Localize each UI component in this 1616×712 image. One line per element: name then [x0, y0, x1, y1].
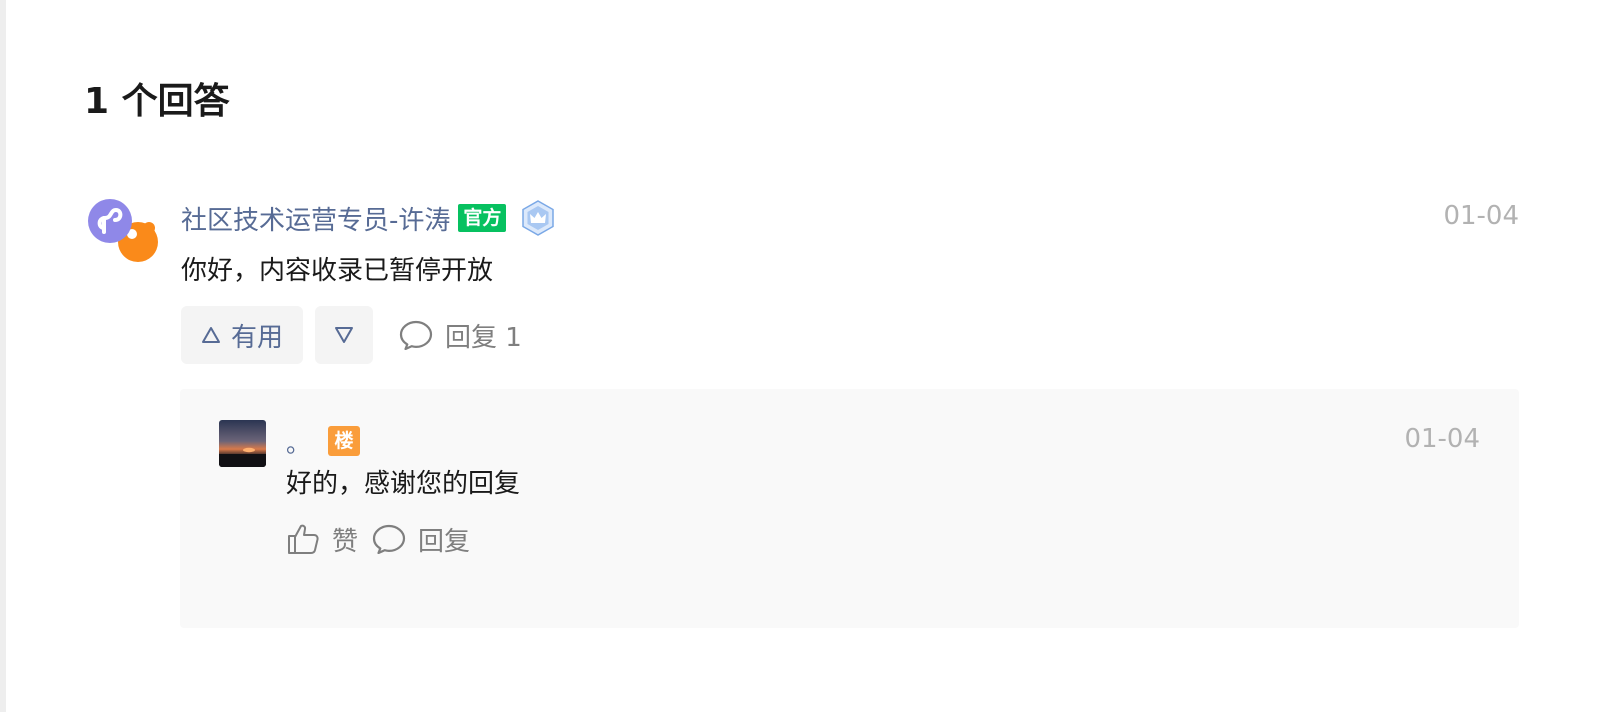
comment-bubble-icon — [399, 320, 433, 350]
reply-date: 01-04 — [1404, 424, 1480, 454]
floor-badge: 楼 — [328, 426, 360, 456]
reply-label: 回复 — [418, 526, 471, 557]
official-badge: 官方 — [458, 204, 507, 232]
reply-button[interactable]: 回复 — [372, 521, 470, 558]
like-label: 赞 — [332, 526, 359, 557]
crown-hexagon-icon — [522, 200, 555, 236]
like-button[interactable]: 赞 — [286, 521, 358, 558]
answer-date: 01-04 — [1443, 201, 1519, 231]
useful-button[interactable]: 有用 — [181, 306, 303, 364]
not-useful-button[interactable] — [315, 306, 373, 364]
author-avatar[interactable] — [88, 198, 158, 264]
left-divider — [0, 0, 6, 712]
reply-author-row: 。 楼 — [286, 424, 360, 459]
sunset-photo-avatar — [219, 420, 266, 467]
reply-count-label: 回复 1 — [445, 322, 522, 353]
reply-avatar[interactable] — [219, 420, 266, 467]
reply-author-name[interactable]: 。 — [286, 424, 310, 459]
reply-actions: 赞 回复 — [286, 519, 470, 559]
comment-bubble-icon — [372, 524, 406, 554]
answers-count-title: 1 个回答 — [84, 81, 230, 122]
answer-actions: 有用 回复 1 — [181, 306, 522, 364]
reply-content: 好的，感谢您的回复 — [286, 469, 521, 499]
reply-count-button[interactable]: 回复 1 — [399, 317, 522, 354]
triangle-up-icon — [201, 327, 220, 343]
answer-author-row: 社区技术运营专员-许涛 官方 — [181, 200, 556, 236]
useful-label: 有用 — [230, 322, 283, 353]
author-name[interactable]: 社区技术运营专员-许涛 — [181, 200, 450, 237]
thumbs-up-icon — [288, 524, 319, 554]
triangle-down-icon — [335, 327, 353, 343]
answer-content: 你好，内容收录已暂停开放 — [181, 256, 494, 286]
miniprogram-logo-icon — [88, 199, 158, 262]
reply-thread: 。 楼 01-04 好的，感谢您的回复 赞 回复 — [180, 389, 1519, 628]
